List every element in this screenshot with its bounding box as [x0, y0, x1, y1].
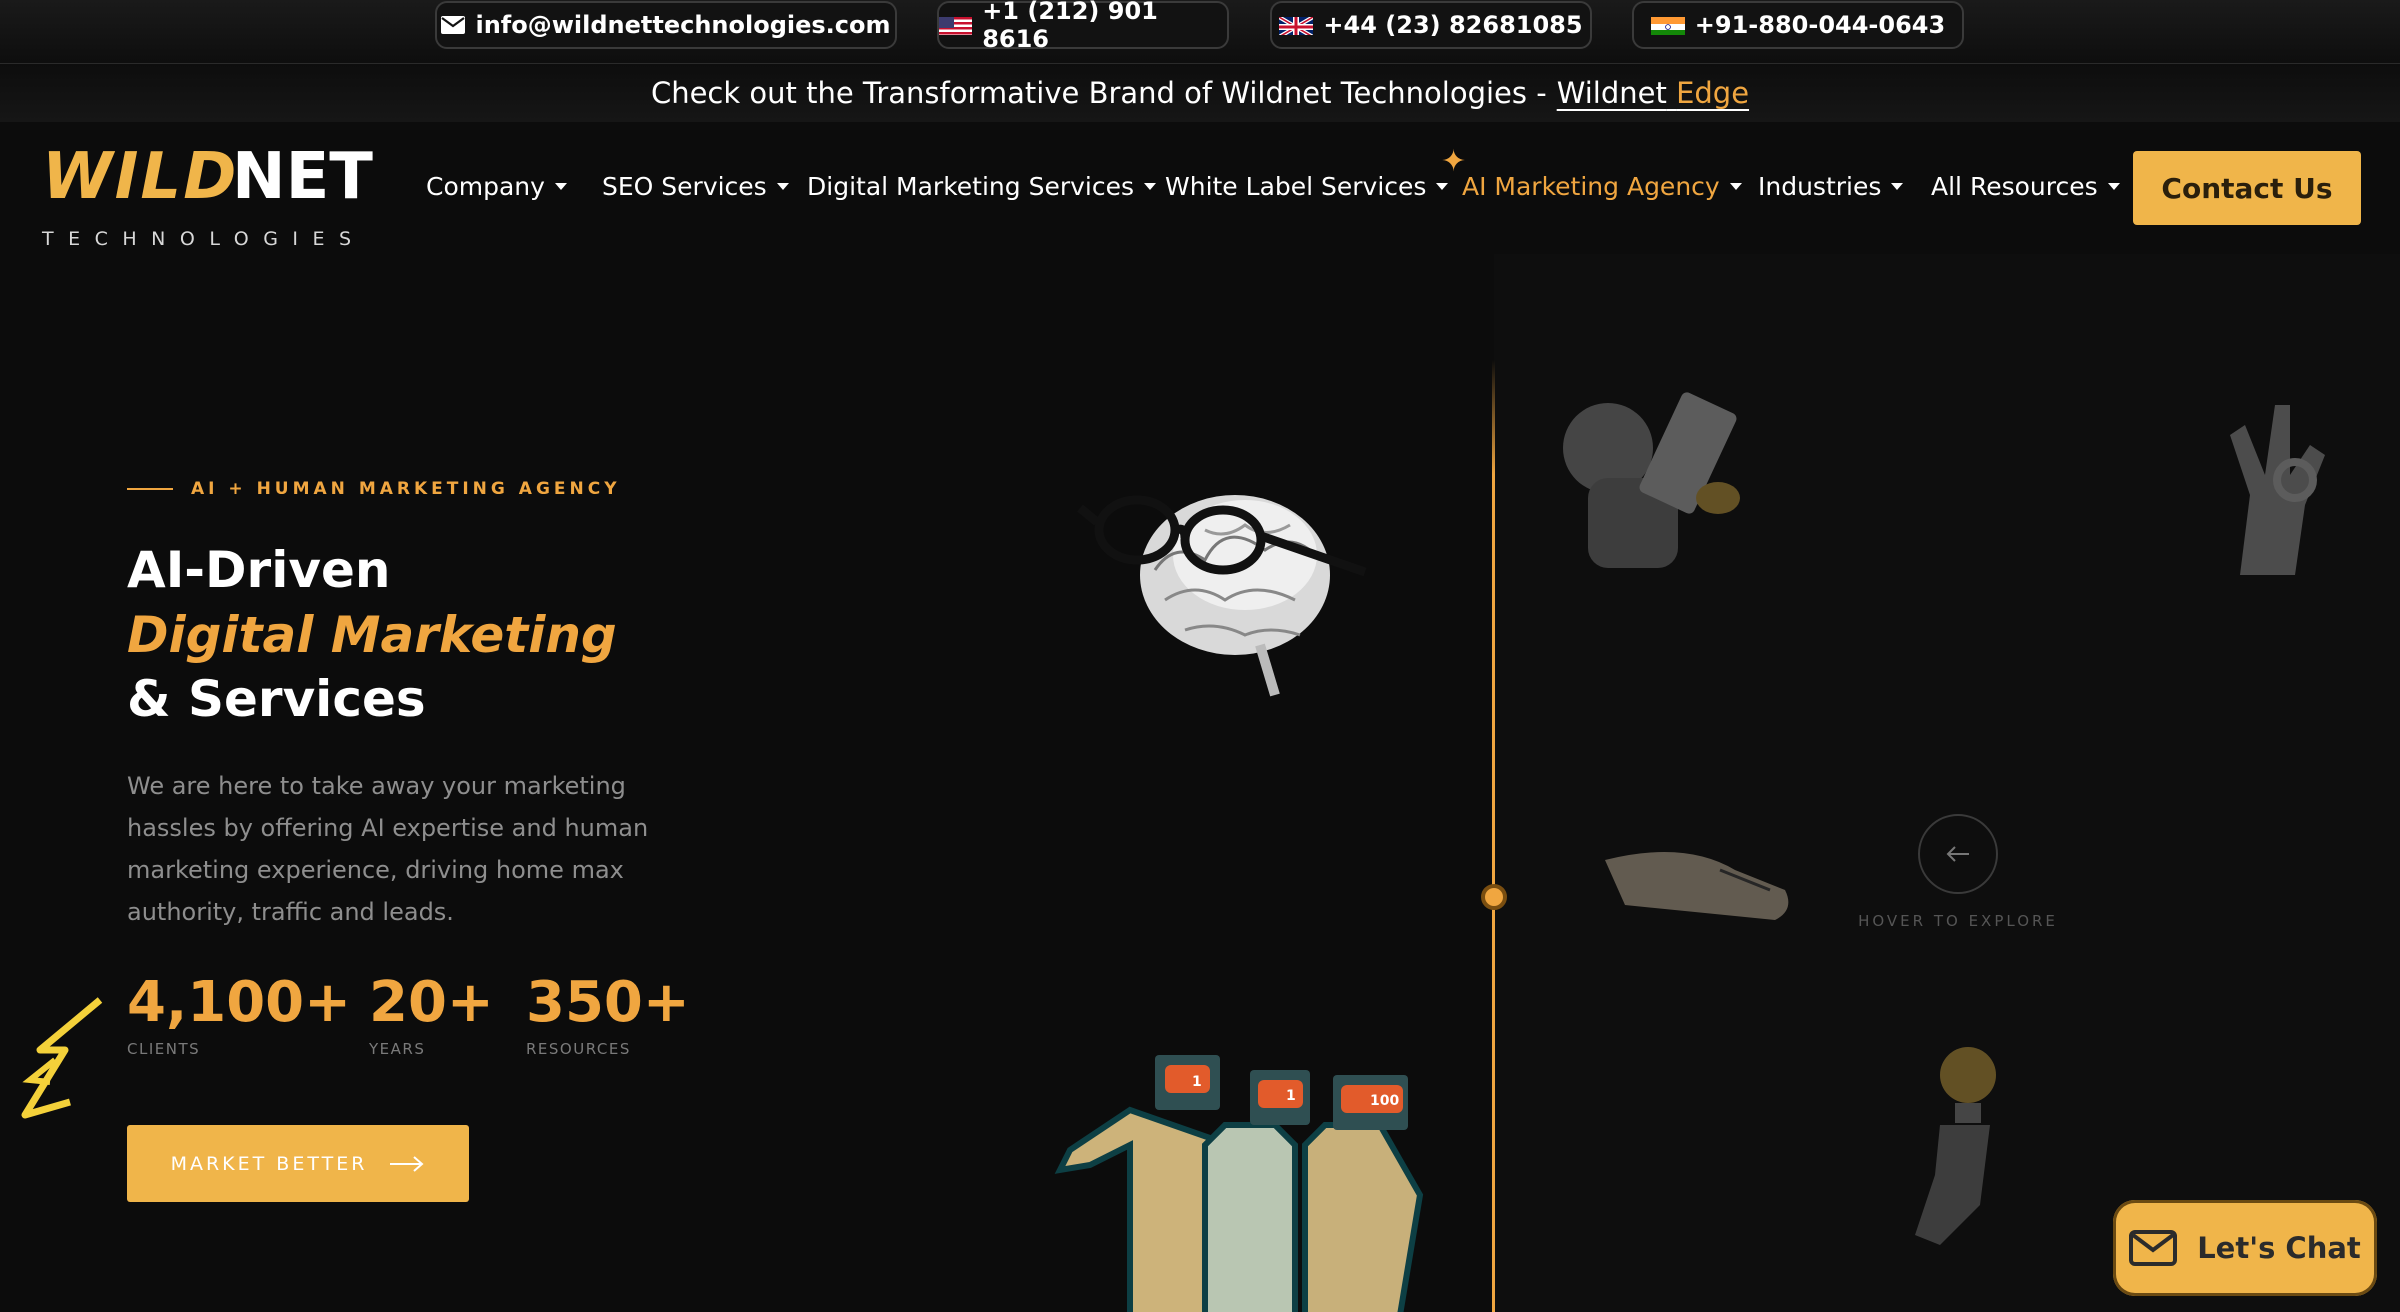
hero-description: We are here to take away your marketing … [127, 772, 649, 926]
stat-years-value: 20+ [369, 970, 494, 1035]
caret-down-icon [1729, 183, 1742, 190]
nav-resources-label: All Resources [1931, 172, 2098, 201]
reveal-slider-handle[interactable] [1481, 884, 1507, 910]
follower-badge-count: 100 [1370, 1093, 1399, 1109]
explore-arrow-button[interactable] [1918, 814, 1998, 894]
announcement-text: Check out the Transformative Brand of Wi… [650, 76, 1547, 110]
nav-company-label: Company [426, 172, 545, 201]
phone-uk-text: +44 (23) 82681085 [1323, 11, 1583, 39]
hero-title-line-3: & Services [127, 670, 426, 728]
announcement-bar: Check out the Transformative Brand of Wi… [0, 64, 2400, 122]
caret-down-icon [1436, 183, 1449, 190]
nav-industries-label: Industries [1758, 172, 1882, 201]
nav-ai-marketing[interactable]: AI Marketing Agency [1462, 172, 1742, 201]
hover-to-explore-text: HOVER TO EXPLORE [1858, 912, 2058, 930]
stat-years-label: YEARS [369, 1040, 426, 1058]
logo-net: NET [232, 140, 373, 214]
coats-illustration: 1 1 100 [1054, 1055, 1424, 1312]
hero-title-line-2: Digital Marketing [127, 606, 617, 664]
phone-in-link[interactable]: +91-880-044-0643 [1632, 1, 1964, 49]
nav-seo-services[interactable]: SEO Services [602, 172, 789, 201]
market-better-label: MARKET BETTER [170, 1152, 368, 1175]
nav-company[interactable]: Company [426, 172, 567, 201]
stat-clients-value: 4,100+ [127, 970, 352, 1035]
typing-person-illustration [1563, 392, 1740, 568]
phone-us-link[interactable]: +1 (212) 901 8616 [937, 0, 1229, 53]
wildnet-edge-link[interactable]: Wildnet Edge [1557, 76, 1749, 110]
nav-digital-marketing[interactable]: Digital Marketing Services [807, 172, 1156, 201]
arrow-right-icon [390, 1155, 424, 1172]
caret-down-icon [776, 183, 789, 190]
logo-tagline: TECHNOLOGIES [42, 228, 366, 250]
us-flag-icon [939, 15, 973, 35]
email-text: info@wildnettechnologies.com [475, 11, 891, 39]
like-badge-count: 1 [1286, 1088, 1296, 1104]
wildnet-logo[interactable]: WILD NET TECHNOLOGIES [42, 140, 373, 250]
reveal-divider [1492, 360, 1495, 1312]
stat-clients-label: CLIENTS [127, 1040, 201, 1058]
mail-icon [2129, 1230, 2178, 1266]
pointing-hand-illustration [1605, 852, 1789, 920]
phone-in-text: +91-880-044-0643 [1694, 11, 1946, 39]
link-part-1: Wildnet [1556, 76, 1667, 110]
hero-eyebrow: AI + HUMAN MARKETING AGENCY [127, 479, 621, 499]
nav-digital-label: Digital Marketing Services [807, 172, 1134, 201]
lets-chat-widget[interactable]: Let's Chat [2113, 1200, 2377, 1296]
nav-white-label[interactable]: White Label Services [1165, 172, 1449, 201]
logo-wild: WILD [42, 140, 239, 214]
uk-flag-icon [1279, 15, 1314, 35]
lightning-bolt-icon [21, 997, 103, 1119]
stat-resources-label: RESOURCES [526, 1040, 631, 1058]
stat-resources-value: 350+ [526, 970, 690, 1035]
lightbulb-hand-illustration [1915, 1047, 1996, 1245]
market-better-button[interactable]: MARKET BETTER [127, 1125, 469, 1202]
eyebrow-line [127, 488, 173, 490]
brain-glasses-illustration [1077, 495, 1367, 697]
nav-ai-label: AI Marketing Agency [1462, 172, 1720, 201]
eyebrow-text: AI + HUMAN MARKETING AGENCY [191, 479, 621, 499]
nav-all-resources[interactable]: All Resources [1931, 172, 2120, 201]
email-link[interactable]: info@wildnettechnologies.com [435, 1, 897, 49]
phone-us-text: +1 (212) 901 8616 [982, 0, 1158, 53]
lets-chat-label: Let's Chat [2197, 1231, 2361, 1265]
stat-years: 20+ YEARS [369, 970, 494, 1058]
caret-down-icon [1891, 183, 1904, 190]
hero-title-line-1: AI-Driven [127, 541, 391, 599]
caret-down-icon [2107, 183, 2120, 190]
stat-resources: 350+ RESOURCES [526, 970, 690, 1058]
nav-white-label-label: White Label Services [1165, 172, 1427, 201]
main-navigation: WILD NET TECHNOLOGIES Company SEO Servic… [0, 122, 2400, 254]
arrow-left-icon [1946, 846, 1969, 862]
phone-uk-link[interactable]: +44 (23) 82681085 [1270, 1, 1592, 49]
caret-down-icon [1144, 183, 1156, 190]
india-flag-icon [1650, 15, 1685, 35]
envelope-icon [441, 16, 466, 34]
link-part-2: Edge [1676, 76, 1750, 110]
nav-seo-label: SEO Services [602, 172, 767, 201]
ok-hand-illustration [2230, 405, 2325, 575]
contact-us-button[interactable]: Contact Us [2133, 151, 2361, 225]
top-contact-bar: info@wildnettechnologies.com +1 (212) 90… [0, 0, 2400, 64]
comment-badge-count: 1 [1192, 1074, 1202, 1090]
stat-clients: 4,100+ CLIENTS [127, 970, 351, 1058]
nav-industries[interactable]: Industries [1758, 172, 1904, 201]
caret-down-icon [554, 183, 567, 190]
